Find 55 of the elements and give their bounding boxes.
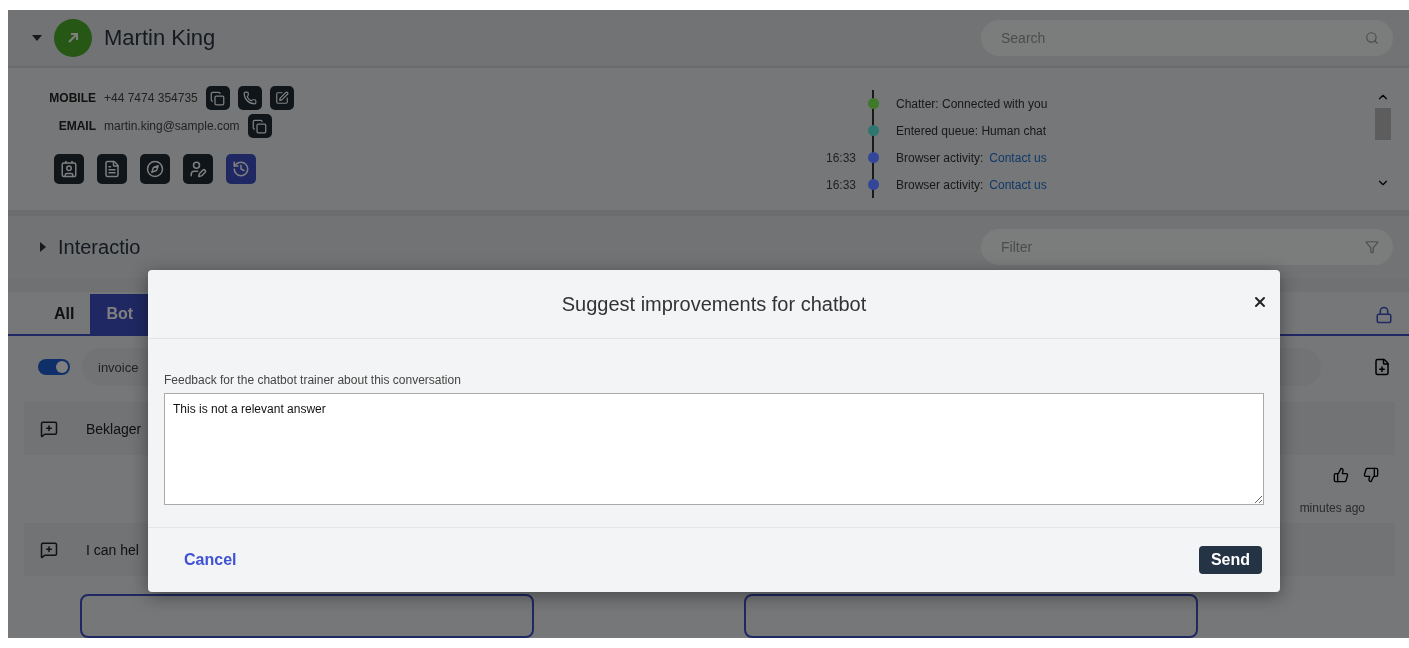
field-label: EMAIL	[57, 119, 96, 133]
thumbs-up-icon[interactable]	[1333, 467, 1349, 483]
field-label: MOBILE	[48, 91, 96, 105]
action-button[interactable]	[247, 114, 272, 138]
event-time: 16:33	[825, 177, 856, 192]
message-icon	[40, 419, 58, 438]
tool-button[interactable]	[226, 154, 256, 184]
event-link[interactable]: Contact us	[989, 150, 1047, 165]
tab[interactable]: All	[38, 294, 91, 334]
lock-icon[interactable]	[1375, 306, 1393, 324]
message-text: Beklager	[86, 420, 142, 437]
message-icon	[40, 540, 58, 559]
event-text: Chatter: Connected with you	[896, 96, 1048, 111]
history-icon	[232, 160, 250, 178]
option-button[interactable]	[744, 594, 1198, 638]
dialog-title: Suggest improvements for chatbot	[561, 292, 867, 316]
tool-button[interactable]	[97, 154, 127, 184]
event-text: Browser activity:	[896, 150, 984, 165]
contact-name: Martin King	[104, 25, 217, 51]
field-label: Feedback for the chatbot trainer about this conversation	[164, 373, 462, 387]
tool-button[interactable]	[140, 154, 170, 184]
user-edit-icon	[189, 160, 207, 178]
edit-icon	[274, 91, 289, 105]
toggle-switch[interactable]	[38, 359, 70, 375]
arrow-icon	[66, 31, 80, 45]
phone-icon	[242, 91, 257, 105]
scrollbar-thumb[interactable]	[1375, 108, 1391, 140]
document-icon	[103, 160, 121, 178]
copy-icon	[252, 118, 268, 134]
collapse-caret[interactable]	[32, 35, 42, 41]
section-title: Interactio	[58, 235, 142, 259]
message-text: I can hel	[86, 541, 139, 558]
close-icon	[1252, 294, 1268, 310]
feedback-field[interactable]: This is not a relevant answer	[164, 393, 1264, 505]
contact-card-icon	[60, 160, 78, 178]
tool-button[interactable]	[183, 154, 213, 184]
event-link[interactable]: Contact us	[989, 177, 1047, 192]
thumbs-down-icon[interactable]	[1363, 467, 1379, 483]
file-add-icon[interactable]	[1373, 358, 1391, 376]
send-button[interactable]: Send	[1198, 546, 1262, 574]
cancel-button[interactable]: Cancel	[178, 550, 243, 570]
message-time: minutes ago	[1298, 500, 1366, 515]
compass-icon	[146, 160, 164, 178]
expand-caret[interactable]	[40, 242, 46, 252]
action-button[interactable]	[205, 86, 230, 110]
action-button[interactable]	[237, 86, 262, 110]
option-button[interactable]	[80, 594, 534, 638]
event-time: 16:33	[825, 150, 856, 165]
action-button[interactable]	[269, 86, 294, 110]
tool-button[interactable]	[54, 154, 84, 184]
copy-icon	[210, 90, 226, 106]
field-value: +44 7474 354735	[104, 91, 198, 105]
tab[interactable]: Bot	[90, 294, 150, 334]
event-text: Entered queue: Human chat	[896, 123, 1047, 138]
event-text: Browser activity:	[896, 177, 984, 192]
